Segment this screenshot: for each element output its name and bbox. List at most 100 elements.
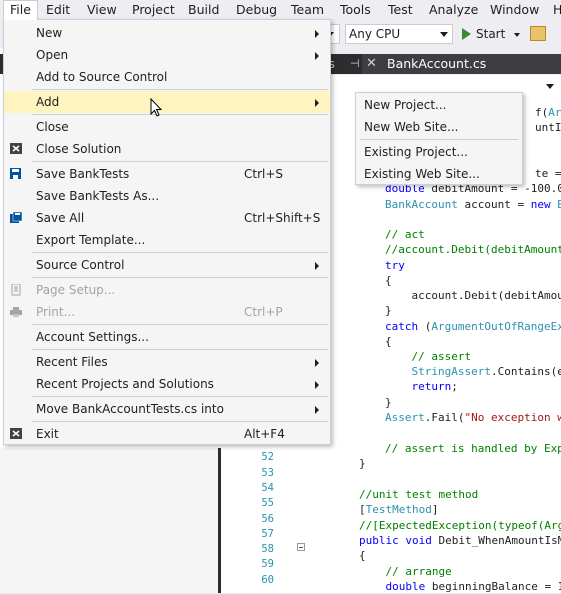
code-line: StringAssert.Contains(e bbox=[385, 364, 561, 379]
page-setup-icon bbox=[10, 284, 23, 296]
code-token: } bbox=[385, 304, 392, 317]
menu-separator bbox=[32, 349, 328, 350]
code-token: { bbox=[359, 549, 366, 562]
platform-dropdown[interactable]: Any CPU bbox=[345, 24, 453, 44]
chevron-down-icon bbox=[440, 32, 448, 37]
menu-team[interactable]: Team bbox=[285, 0, 330, 20]
code-token: ; bbox=[451, 380, 458, 393]
submenu-item-existing-web-site[interactable]: Existing Web Site... bbox=[356, 163, 522, 185]
code-line: try bbox=[385, 258, 405, 273]
code-token: Argu bbox=[548, 106, 561, 119]
submenu-arrow-icon bbox=[315, 30, 319, 38]
menu-separator bbox=[32, 89, 328, 90]
line-number: 54 bbox=[240, 482, 274, 494]
line-number: 56 bbox=[240, 513, 274, 525]
menu-item-move-into[interactable]: Move BankAccountTests.cs into bbox=[4, 398, 330, 420]
line-number: 53 bbox=[240, 467, 274, 479]
code-line: { bbox=[359, 548, 366, 563]
code-line: account.Debit(debitAmour bbox=[385, 288, 561, 303]
line-number: 60 bbox=[240, 574, 274, 586]
menu-separator bbox=[32, 161, 328, 162]
code-token: ( bbox=[418, 320, 431, 333]
code-line: //[ExpectedException(typeof(Argu bbox=[359, 518, 561, 533]
menu-view[interactable]: View bbox=[81, 0, 123, 20]
close-icon[interactable]: ✕ bbox=[366, 54, 377, 74]
submenu-arrow-icon bbox=[315, 381, 319, 389]
menu-item-save-as[interactable]: Save BankTests As... bbox=[4, 185, 330, 207]
code-line: // act bbox=[385, 227, 425, 242]
menu-test[interactable]: Test bbox=[382, 0, 419, 20]
menu-item-source-control[interactable]: Source Control bbox=[4, 254, 330, 276]
line-number: 58 bbox=[240, 543, 274, 555]
save-icon bbox=[10, 168, 23, 180]
code-token: StringAssert bbox=[385, 365, 491, 378]
code-token: //account.Debit(debitAmount) bbox=[385, 243, 561, 256]
menu-item-print: Print... Ctrl+P bbox=[4, 301, 330, 323]
code-token: Debit_WhenAmountIsMo bbox=[432, 534, 561, 547]
find-in-files-icon[interactable] bbox=[530, 26, 546, 41]
submenu-item-new-project[interactable]: New Project... bbox=[356, 94, 522, 116]
code-token: Ba bbox=[551, 198, 561, 211]
code-line: double beginningBalance = 1 bbox=[359, 579, 561, 594]
menu-edit[interactable]: Edit bbox=[40, 0, 76, 20]
save-all-icon bbox=[10, 212, 23, 224]
code-token: // arrange bbox=[359, 565, 452, 578]
tab-bankaccount[interactable]: ✕ BankAccount.cs bbox=[362, 54, 561, 74]
submenu-item-new-web-site[interactable]: New Web Site... bbox=[356, 116, 522, 138]
code-line: } bbox=[385, 303, 392, 318]
menu-debug[interactable]: Debug bbox=[230, 0, 283, 20]
menu-project[interactable]: Project bbox=[126, 0, 181, 20]
outline-collapse-toggle[interactable] bbox=[297, 543, 305, 551]
menu-item-recent-projects[interactable]: Recent Projects and Solutions bbox=[4, 373, 330, 395]
code-line: catch (ArgumentOutOfRangeExce bbox=[385, 319, 561, 334]
code-token: //[ExpectedException(typeof(Argu bbox=[359, 519, 561, 532]
print-icon bbox=[10, 306, 23, 318]
code-line: f(Argu bbox=[535, 105, 561, 120]
menu-item-close-solution[interactable]: Close Solution bbox=[4, 138, 330, 160]
menu-item-recent-files[interactable]: Recent Files bbox=[4, 351, 330, 373]
menu-item-new[interactable]: New bbox=[4, 22, 330, 44]
submenu-item-existing-project[interactable]: Existing Project... bbox=[356, 141, 522, 163]
menu-item-add-to-source-control[interactable]: Add to Source Control bbox=[4, 66, 330, 88]
mouse-cursor-icon bbox=[150, 98, 163, 118]
menu-separator bbox=[360, 139, 518, 140]
code-token: catch bbox=[385, 320, 418, 333]
menu-analyze[interactable]: Analyze bbox=[423, 0, 484, 20]
tab-label: BankAccount.cs bbox=[387, 54, 486, 74]
submenu-arrow-icon bbox=[315, 262, 319, 270]
code-token: // assert is handled by Expe bbox=[385, 442, 561, 455]
pin-icon[interactable]: ⊣ bbox=[350, 54, 360, 74]
menu-item-add[interactable]: Add bbox=[4, 91, 330, 113]
code-line: //unit test method bbox=[359, 487, 478, 502]
menu-tools[interactable]: Tools bbox=[334, 0, 377, 20]
menu-item-open[interactable]: Open bbox=[4, 44, 330, 66]
menu-file[interactable]: File bbox=[3, 0, 38, 20]
menu-item-save-all[interactable]: Save All Ctrl+Shift+S bbox=[4, 207, 330, 229]
code-token: ArgumentOutOfRangeExce bbox=[431, 320, 561, 333]
menu-window[interactable]: Window bbox=[484, 0, 545, 20]
code-line: public void Debit_WhenAmountIsMo bbox=[359, 533, 561, 548]
code-token: // assert bbox=[385, 350, 471, 363]
menu-item-close[interactable]: Close bbox=[4, 116, 330, 138]
menu-build[interactable]: Build bbox=[182, 0, 225, 20]
code-line: // arrange bbox=[359, 564, 452, 579]
menu-item-export-template[interactable]: Export Template... bbox=[4, 229, 330, 251]
code-line: untIsLe bbox=[535, 120, 561, 135]
start-button[interactable]: Start bbox=[462, 24, 520, 44]
code-line: te = 11 bbox=[535, 166, 561, 181]
code-line: } bbox=[359, 456, 366, 471]
menu-item-save[interactable]: Save BankTests Ctrl+S bbox=[4, 163, 330, 185]
panel-splitter[interactable] bbox=[218, 448, 221, 593]
code-token: { bbox=[385, 274, 392, 287]
play-icon bbox=[462, 28, 471, 40]
file-menu: New Open Add to Source Control Add Close… bbox=[3, 19, 331, 445]
line-number: 57 bbox=[240, 528, 274, 540]
code-token: } bbox=[359, 457, 366, 470]
code-line: Assert.Fail("No exception wa bbox=[385, 410, 561, 425]
menu-help[interactable]: H bbox=[547, 0, 561, 20]
code-token: { bbox=[385, 335, 392, 348]
menu-item-account-settings[interactable]: Account Settings... bbox=[4, 326, 330, 348]
menu-item-exit[interactable]: Exit Alt+F4 bbox=[4, 423, 330, 445]
start-label: Start bbox=[476, 27, 505, 41]
code-token: // act bbox=[385, 228, 425, 241]
